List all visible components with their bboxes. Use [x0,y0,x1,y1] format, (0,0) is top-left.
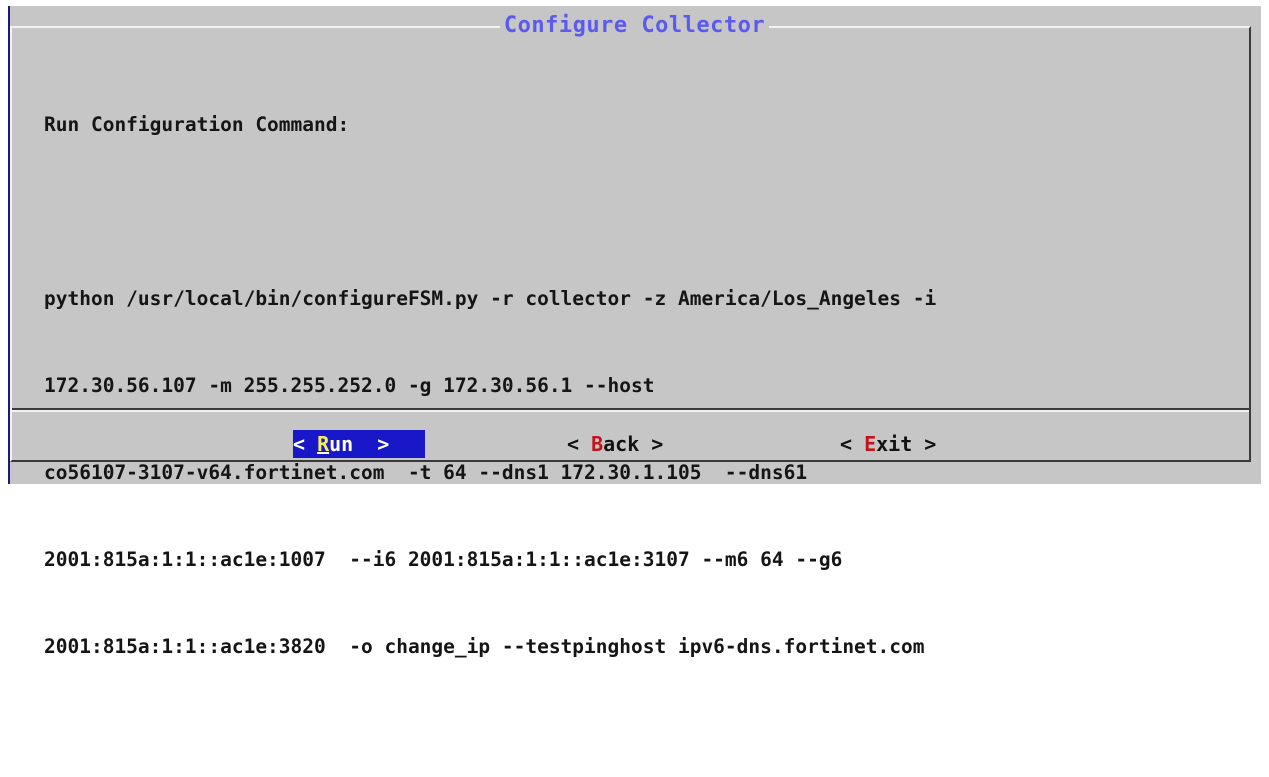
button-separator [12,408,1249,412]
run-button[interactable]: < Run > [293,430,425,458]
back-button-rest: ack > [603,432,664,456]
run-button-hotkey: R [317,432,330,456]
exit-button-rest: xit > [876,432,937,456]
command-text: python /usr/local/bin/configureFSM.py -r… [44,226,1254,719]
command-heading: Run Configuration Command: [44,113,350,136]
command-line: co56107-3107-v64.fortinet.com -t 64 --dn… [44,461,808,484]
command-line: 2001:815a:1:1::ac1e:1007 --i6 2001:815a:… [44,548,843,571]
run-button-prefix: < [293,432,318,456]
command-line: python /usr/local/bin/configureFSM.py -r… [44,287,937,310]
dialog-title: Configure Collector [0,13,1269,38]
run-button-rest: un > [329,432,390,456]
exit-button-hotkey: E [864,432,877,456]
command-line: 2001:815a:1:1::ac1e:3820 -o change_ip --… [44,635,925,658]
terminal-screen: Configure Collector Run Configuration Co… [0,0,1269,658]
command-line: 172.30.56.107 -m 255.255.252.0 -g 172.30… [44,374,655,397]
back-button-prefix: < [567,432,592,456]
back-button[interactable]: < Back > [567,430,663,458]
dialog-content: Run Configuration Command: python /usr/l… [44,52,1254,777]
exit-button[interactable]: < Exit > [840,430,936,458]
exit-button-prefix: < [840,432,865,456]
dialog-title-text: Configure Collector [499,13,770,38]
back-button-hotkey: B [591,432,604,456]
